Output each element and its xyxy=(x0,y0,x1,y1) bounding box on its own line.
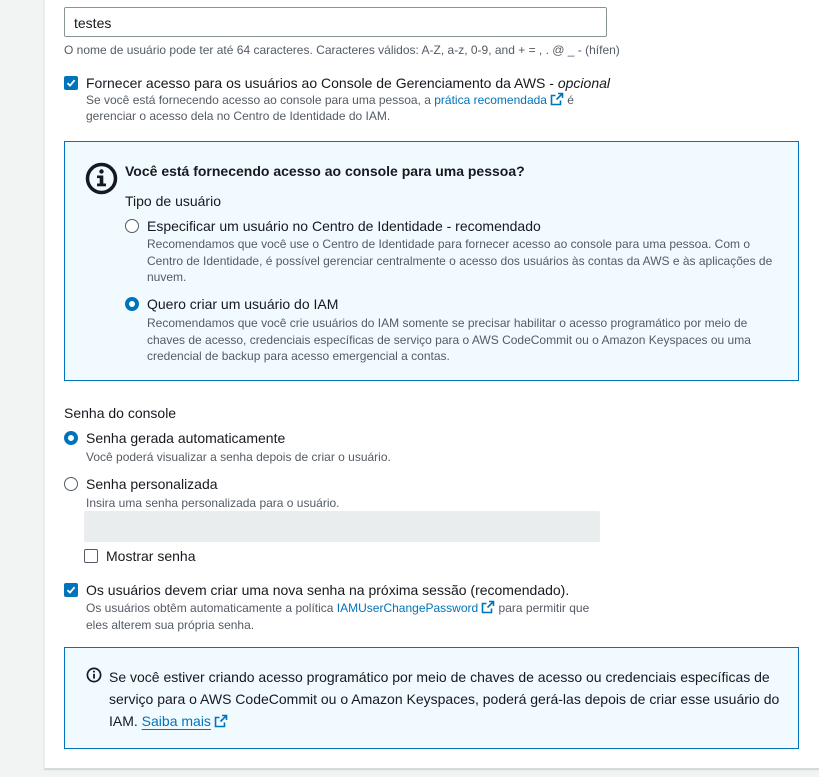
info-icon xyxy=(86,667,102,688)
username-hint: O nome de usuário pode ter até 64 caract… xyxy=(64,43,620,57)
external-link-icon[interactable] xyxy=(481,600,495,619)
identity-center-desc-line: nuvem. xyxy=(147,270,187,284)
console-access-label-text: Fornecer acesso para os usuários ao Cons… xyxy=(86,75,558,91)
iam-user-desc-line: credencial de backup para acesso emergen… xyxy=(147,349,450,363)
programmatic-access-line: Se você estiver criando acesso programát… xyxy=(109,669,770,685)
identity-center-user-radio[interactable] xyxy=(125,219,139,233)
external-link-icon[interactable] xyxy=(214,712,228,734)
best-practice-link[interactable]: prática recomendada xyxy=(434,93,547,107)
auto-password-label[interactable]: Senha gerada automaticamente xyxy=(86,429,285,447)
external-link-icon[interactable] xyxy=(550,92,564,111)
iam-user-change-password-link[interactable]: IAMUserChangePassword xyxy=(337,601,478,615)
reset-password-desc-line2: eles alterem sua própria senha. xyxy=(86,618,255,632)
console-access-label[interactable]: Fornecer acesso para os usuários ao Cons… xyxy=(86,74,610,92)
check-icon xyxy=(66,79,76,87)
iam-user-label[interactable]: Quero criar um usuário do IAM xyxy=(147,295,338,313)
console-access-desc-line2: gerenciar o acesso dela no Centro de Ide… xyxy=(86,109,391,123)
console-access-desc-suffix: é xyxy=(563,93,574,107)
reset-password-label[interactable]: Os usuários devem criar uma nova senha n… xyxy=(86,581,569,599)
iam-user-radio[interactable] xyxy=(125,297,139,311)
programmatic-access-line: serviço para o AWS CodeCommit ou o Amazo… xyxy=(109,691,780,707)
learn-more-link[interactable]: Saiba mais xyxy=(142,713,211,729)
user-type-box-title: Você está fornecendo acesso ao console p… xyxy=(125,163,525,179)
reset-password-desc-text: Os usuários obtêm automaticamente a polí… xyxy=(86,601,337,615)
custom-password-label[interactable]: Senha personalizada xyxy=(86,475,218,493)
info-icon xyxy=(85,162,118,200)
reset-password-desc: Os usuários obtêm automaticamente a polí… xyxy=(86,600,589,619)
reset-password-desc-suffix: para permitir que xyxy=(495,601,590,615)
console-access-optional: opcional xyxy=(557,75,610,91)
check-icon xyxy=(66,586,76,594)
console-access-checkbox[interactable] xyxy=(64,76,78,90)
iam-user-desc-line: Recomendamos que você crie usuários do I… xyxy=(147,316,748,330)
console-access-desc-text: Se você está fornecendo acesso ao consol… xyxy=(86,93,435,107)
auto-password-radio[interactable] xyxy=(64,431,78,445)
identity-center-user-label[interactable]: Especificar um usuário no Centro de Iden… xyxy=(147,217,541,235)
reset-password-checkbox[interactable] xyxy=(64,583,78,597)
show-password-checkbox[interactable] xyxy=(84,549,98,563)
custom-password-radio[interactable] xyxy=(64,477,78,491)
iam-user-desc: Recomendamos que você crie usuários do I… xyxy=(147,315,751,365)
console-password-heading: Senha do console xyxy=(64,405,177,421)
programmatic-access-line3: IAM. xyxy=(109,713,142,729)
user-type-label: Tipo de usuário xyxy=(125,193,221,209)
custom-password-input[interactable] xyxy=(84,511,600,542)
identity-center-desc-line: Centro de Identidade, é possível gerenci… xyxy=(147,253,773,268)
show-password-label[interactable]: Mostrar senha xyxy=(106,547,195,565)
auto-password-desc: Você poderá visualizar a senha depois de… xyxy=(86,450,391,464)
programmatic-access-line: IAM. Saiba mais xyxy=(109,710,779,734)
programmatic-access-text: Se você estiver criando acesso programát… xyxy=(109,666,779,734)
custom-password-desc: Insira uma senha personalizada para o us… xyxy=(86,496,340,510)
username-input[interactable]: testes xyxy=(64,7,607,37)
iam-user-desc-line: chaves de acesso, credenciais específica… xyxy=(147,332,751,347)
identity-center-desc-line: Recomendamos que você use o Centro de Id… xyxy=(147,237,751,251)
identity-center-user-desc: Recomendamos que você use o Centro de Id… xyxy=(147,236,772,286)
